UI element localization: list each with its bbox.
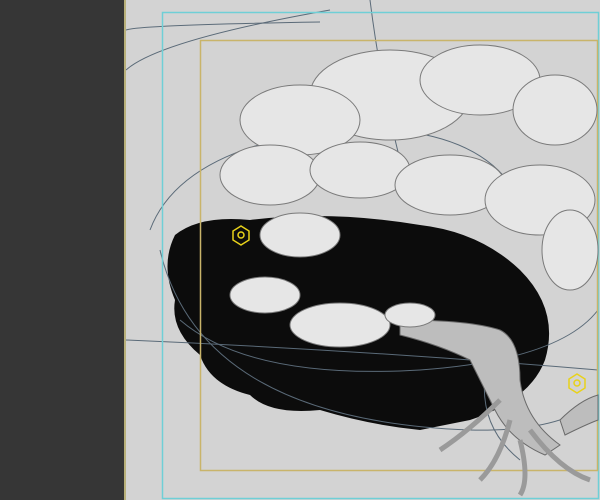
light-icon[interactable] [568,373,586,394]
app-window [0,0,600,500]
side-panel [0,0,124,500]
viewport[interactable] [124,0,600,500]
viewport-scene [126,0,600,500]
